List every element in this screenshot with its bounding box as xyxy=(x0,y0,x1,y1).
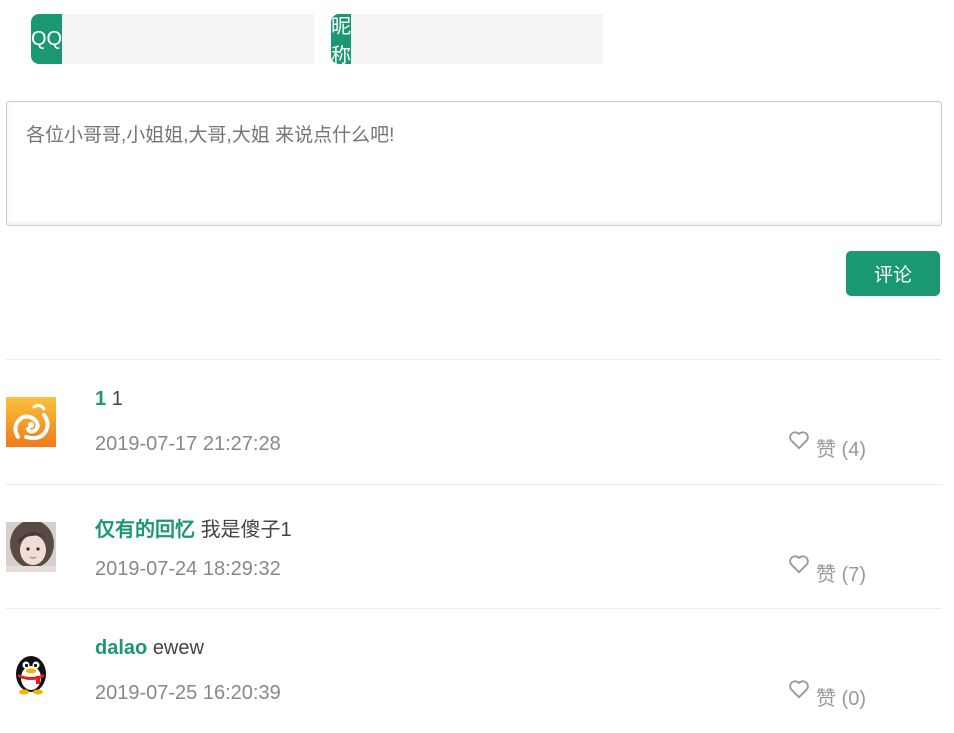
uc-browser-avatar-icon xyxy=(6,397,56,447)
heart-icon xyxy=(789,430,809,449)
comment-text: 我是傻子1 xyxy=(200,518,292,541)
qq-input-group: QQ xyxy=(31,14,315,64)
like-button[interactable]: 赞 (0) xyxy=(788,674,866,711)
heart-icon xyxy=(789,679,809,698)
comment-header: 仅有的回忆 我是傻子1 xyxy=(95,513,292,542)
comment-author[interactable]: 1 xyxy=(95,388,106,410)
comment-textarea[interactable] xyxy=(6,101,942,226)
comment-author[interactable]: 仅有的回忆 xyxy=(95,519,195,541)
heart-icon xyxy=(789,555,809,574)
comment-item: 1 1 2019-07-17 21:27:28 赞 (4) xyxy=(6,359,942,484)
like-button[interactable]: 赞 (7) xyxy=(788,550,866,587)
qq-penguin-avatar-icon xyxy=(6,646,56,696)
qq-label: QQ xyxy=(31,14,63,64)
comment-time: 2019-07-25 16:20:39 xyxy=(95,682,281,704)
comment-item: dalao ewew 2019-07-25 16:20:39 赞 (0) xyxy=(6,608,942,733)
nickname-label: 昵称 xyxy=(331,14,351,67)
comment-item: 仅有的回忆 我是傻子1 2019-07-24 18:29:32 赞 (7) xyxy=(6,483,942,609)
nickname-input[interactable] xyxy=(351,14,603,64)
comment-text: ewew xyxy=(152,637,204,659)
comment-list: 1 1 2019-07-17 21:27:28 赞 (4) 仅有的回忆 我是傻子… xyxy=(6,359,942,733)
comment-header: 1 1 xyxy=(95,388,123,411)
girl-photo-avatar-icon xyxy=(6,521,56,572)
comment-time: 2019-07-17 21:27:28 xyxy=(95,433,281,455)
comment-text: 1 xyxy=(111,388,123,410)
nickname-input-group: 昵称 xyxy=(331,14,603,67)
like-label: 赞 (4) xyxy=(816,439,866,461)
comment-header: dalao ewew xyxy=(95,637,204,660)
comment-time: 2019-07-24 18:29:32 xyxy=(95,557,281,580)
like-label: 赞 (7) xyxy=(816,563,866,586)
comment-author[interactable]: dalao xyxy=(95,637,147,659)
like-label: 赞 (0) xyxy=(816,688,866,710)
qq-input[interactable] xyxy=(62,14,315,64)
submit-comment-button[interactable]: 评论 xyxy=(846,251,940,296)
like-button[interactable]: 赞 (4) xyxy=(788,425,866,462)
